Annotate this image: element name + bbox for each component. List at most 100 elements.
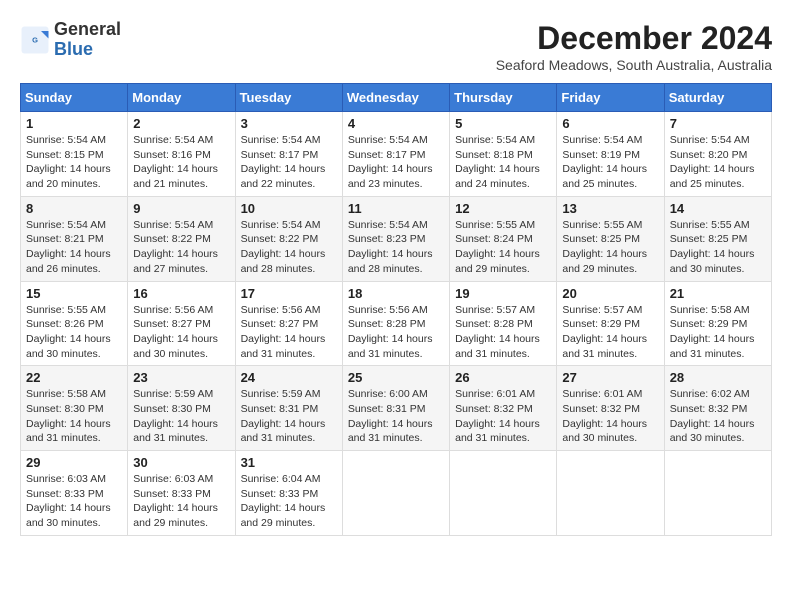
- day-info: Sunrise: 5:55 AM Sunset: 8:25 PM Dayligh…: [562, 218, 658, 277]
- calendar-cell: 31 Sunrise: 6:04 AM Sunset: 8:33 PM Dayli…: [235, 451, 342, 536]
- day-number: 25: [348, 370, 444, 385]
- day-info: Sunrise: 5:56 AM Sunset: 8:27 PM Dayligh…: [133, 303, 229, 362]
- day-info: Sunrise: 5:59 AM Sunset: 8:30 PM Dayligh…: [133, 387, 229, 446]
- day-number: 20: [562, 286, 658, 301]
- day-info: Sunrise: 5:54 AM Sunset: 8:21 PM Dayligh…: [26, 218, 122, 277]
- day-info: Sunrise: 5:57 AM Sunset: 8:28 PM Dayligh…: [455, 303, 551, 362]
- calendar-cell: 25 Sunrise: 6:00 AM Sunset: 8:31 PM Dayli…: [342, 366, 449, 451]
- calendar-cell: [342, 451, 449, 536]
- weekday-header-friday: Friday: [557, 84, 664, 112]
- calendar-cell: 9 Sunrise: 5:54 AM Sunset: 8:22 PM Daylig…: [128, 196, 235, 281]
- calendar-cell: 12 Sunrise: 5:55 AM Sunset: 8:24 PM Dayli…: [450, 196, 557, 281]
- day-info: Sunrise: 5:58 AM Sunset: 8:30 PM Dayligh…: [26, 387, 122, 446]
- day-info: Sunrise: 6:00 AM Sunset: 8:31 PM Dayligh…: [348, 387, 444, 446]
- day-number: 14: [670, 201, 766, 216]
- calendar-cell: 29 Sunrise: 6:03 AM Sunset: 8:33 PM Dayli…: [21, 451, 128, 536]
- day-number: 5: [455, 116, 551, 131]
- logo-text: General Blue: [54, 20, 121, 60]
- calendar-cell: 19 Sunrise: 5:57 AM Sunset: 8:28 PM Dayli…: [450, 281, 557, 366]
- calendar-cell: 23 Sunrise: 5:59 AM Sunset: 8:30 PM Dayli…: [128, 366, 235, 451]
- calendar-cell: 27 Sunrise: 6:01 AM Sunset: 8:32 PM Dayli…: [557, 366, 664, 451]
- day-number: 10: [241, 201, 337, 216]
- calendar-cell: [557, 451, 664, 536]
- calendar-week-4: 22 Sunrise: 5:58 AM Sunset: 8:30 PM Dayli…: [21, 366, 772, 451]
- logo-general: General: [54, 20, 121, 40]
- calendar-cell: 21Sunrise: 5:58 AM Sunset: 8:29 PM Dayli…: [664, 281, 771, 366]
- day-number: 29: [26, 455, 122, 470]
- day-info: Sunrise: 5:54 AM Sunset: 8:16 PM Dayligh…: [133, 133, 229, 192]
- day-number: 24: [241, 370, 337, 385]
- day-number: 23: [133, 370, 229, 385]
- weekday-header-saturday: Saturday: [664, 84, 771, 112]
- day-number: 21: [670, 286, 766, 301]
- day-info: Sunrise: 6:01 AM Sunset: 8:32 PM Dayligh…: [562, 387, 658, 446]
- calendar-week-5: 29 Sunrise: 6:03 AM Sunset: 8:33 PM Dayli…: [21, 451, 772, 536]
- day-info: Sunrise: 5:54 AM Sunset: 8:19 PM Dayligh…: [562, 133, 658, 192]
- calendar-cell: 4Sunrise: 5:54 AM Sunset: 8:17 PM Daylig…: [342, 112, 449, 197]
- calendar-cell: 17Sunrise: 5:56 AM Sunset: 8:27 PM Dayli…: [235, 281, 342, 366]
- calendar-week-1: 1Sunrise: 5:54 AM Sunset: 8:15 PM Daylig…: [21, 112, 772, 197]
- weekday-header-sunday: Sunday: [21, 84, 128, 112]
- day-info: Sunrise: 5:55 AM Sunset: 8:24 PM Dayligh…: [455, 218, 551, 277]
- day-number: 8: [26, 201, 122, 216]
- calendar-cell: [450, 451, 557, 536]
- logo-blue: Blue: [54, 40, 121, 60]
- day-info: Sunrise: 5:56 AM Sunset: 8:27 PM Dayligh…: [241, 303, 337, 362]
- day-info: Sunrise: 5:54 AM Sunset: 8:23 PM Dayligh…: [348, 218, 444, 277]
- calendar-week-3: 15Sunrise: 5:55 AM Sunset: 8:26 PM Dayli…: [21, 281, 772, 366]
- calendar-cell: 3Sunrise: 5:54 AM Sunset: 8:17 PM Daylig…: [235, 112, 342, 197]
- calendar-header: SundayMondayTuesdayWednesdayThursdayFrid…: [21, 84, 772, 112]
- day-info: Sunrise: 5:54 AM Sunset: 8:15 PM Dayligh…: [26, 133, 122, 192]
- logo-icon: G: [20, 25, 50, 55]
- calendar-cell: 24 Sunrise: 5:59 AM Sunset: 8:31 PM Dayli…: [235, 366, 342, 451]
- day-number: 22: [26, 370, 122, 385]
- day-number: 11: [348, 201, 444, 216]
- day-info: Sunrise: 5:55 AM Sunset: 8:25 PM Dayligh…: [670, 218, 766, 277]
- day-number: 6: [562, 116, 658, 131]
- calendar-cell: 30 Sunrise: 6:03 AM Sunset: 8:33 PM Dayli…: [128, 451, 235, 536]
- day-info: Sunrise: 5:57 AM Sunset: 8:29 PM Dayligh…: [562, 303, 658, 362]
- day-number: 27: [562, 370, 658, 385]
- calendar-cell: 14 Sunrise: 5:55 AM Sunset: 8:25 PM Dayli…: [664, 196, 771, 281]
- calendar-cell: 7Sunrise: 5:54 AM Sunset: 8:20 PM Daylig…: [664, 112, 771, 197]
- weekday-header-wednesday: Wednesday: [342, 84, 449, 112]
- day-number: 19: [455, 286, 551, 301]
- day-number: 30: [133, 455, 229, 470]
- day-info: Sunrise: 5:54 AM Sunset: 8:18 PM Dayligh…: [455, 133, 551, 192]
- day-number: 12: [455, 201, 551, 216]
- month-title: December 2024: [496, 20, 772, 57]
- calendar-cell: 8 Sunrise: 5:54 AM Sunset: 8:21 PM Daylig…: [21, 196, 128, 281]
- day-number: 2: [133, 116, 229, 131]
- calendar-cell: 28Sunrise: 6:02 AM Sunset: 8:32 PM Dayli…: [664, 366, 771, 451]
- calendar-cell: 11 Sunrise: 5:54 AM Sunset: 8:23 PM Dayli…: [342, 196, 449, 281]
- page-header: G General Blue December 2024 Seaford Mea…: [20, 20, 772, 73]
- day-info: Sunrise: 6:01 AM Sunset: 8:32 PM Dayligh…: [455, 387, 551, 446]
- svg-text:G: G: [32, 35, 38, 44]
- location-title: Seaford Meadows, South Australia, Austra…: [496, 57, 772, 73]
- calendar-cell: 6 Sunrise: 5:54 AM Sunset: 8:19 PM Daylig…: [557, 112, 664, 197]
- day-number: 31: [241, 455, 337, 470]
- calendar-week-2: 8 Sunrise: 5:54 AM Sunset: 8:21 PM Daylig…: [21, 196, 772, 281]
- title-block: December 2024 Seaford Meadows, South Aus…: [496, 20, 772, 73]
- day-info: Sunrise: 5:54 AM Sunset: 8:22 PM Dayligh…: [133, 218, 229, 277]
- day-number: 3: [241, 116, 337, 131]
- day-number: 9: [133, 201, 229, 216]
- calendar-cell: 13 Sunrise: 5:55 AM Sunset: 8:25 PM Dayli…: [557, 196, 664, 281]
- day-info: Sunrise: 5:59 AM Sunset: 8:31 PM Dayligh…: [241, 387, 337, 446]
- day-number: 13: [562, 201, 658, 216]
- calendar-cell: 5 Sunrise: 5:54 AM Sunset: 8:18 PM Daylig…: [450, 112, 557, 197]
- day-info: Sunrise: 5:54 AM Sunset: 8:22 PM Dayligh…: [241, 218, 337, 277]
- day-info: Sunrise: 6:03 AM Sunset: 8:33 PM Dayligh…: [133, 472, 229, 531]
- calendar-cell: 10 Sunrise: 5:54 AM Sunset: 8:22 PM Dayli…: [235, 196, 342, 281]
- day-info: Sunrise: 6:03 AM Sunset: 8:33 PM Dayligh…: [26, 472, 122, 531]
- day-info: Sunrise: 6:02 AM Sunset: 8:32 PM Dayligh…: [670, 387, 766, 446]
- calendar-cell: 22 Sunrise: 5:58 AM Sunset: 8:30 PM Dayli…: [21, 366, 128, 451]
- day-number: 16: [133, 286, 229, 301]
- day-info: Sunrise: 5:56 AM Sunset: 8:28 PM Dayligh…: [348, 303, 444, 362]
- day-number: 18: [348, 286, 444, 301]
- day-number: 7: [670, 116, 766, 131]
- calendar-table: SundayMondayTuesdayWednesdayThursdayFrid…: [20, 83, 772, 536]
- day-number: 15: [26, 286, 122, 301]
- day-info: Sunrise: 6:04 AM Sunset: 8:33 PM Dayligh…: [241, 472, 337, 531]
- calendar-cell: 20 Sunrise: 5:57 AM Sunset: 8:29 PM Dayli…: [557, 281, 664, 366]
